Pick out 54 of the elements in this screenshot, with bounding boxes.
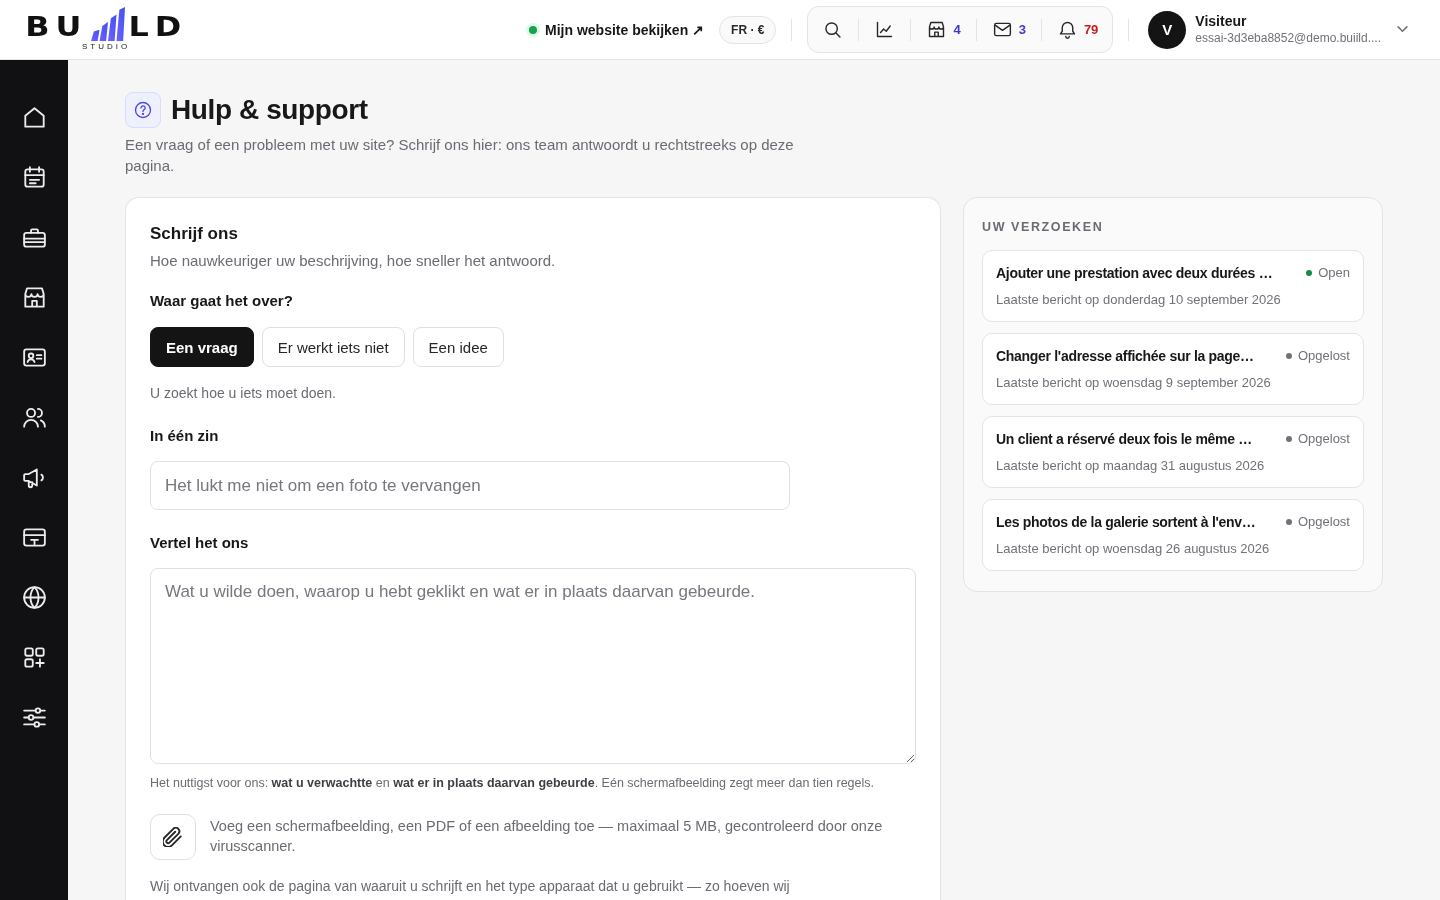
request-date: Laatste bericht op woensdag 26 augustus 2026 bbox=[996, 540, 1271, 558]
section-subtitle: Hoe nauwkeuriger uw beschrijving, hoe sneller het antwoord. bbox=[150, 251, 557, 271]
bars-icon bbox=[90, 7, 125, 41]
request-title: Un client a réservé deux fois le même … bbox=[996, 430, 1252, 449]
page-title: Hulp & support bbox=[171, 93, 368, 127]
field-label: Waar gaat het over? bbox=[150, 291, 294, 311]
request-date: Laatste bericht op maandag 31 augustus 2026 bbox=[996, 457, 1266, 475]
page-subtitle: Een vraag of een probleem met uw site? Schrijf ons hier: ons team antwoordt u rechtstreeks op deze pagina. bbox=[125, 135, 795, 176]
request-date: Laatste bericht op woensdag 9 september 2026 bbox=[996, 374, 1272, 392]
field-label: Vertel het ons bbox=[150, 533, 250, 553]
field-hint: Het nuttigst voor ons: wat u verwachtte en wat er in plaats daarvan gebeurde. Eén schermafbeelding zegt meer dan tien regels. bbox=[150, 775, 875, 792]
attach-button[interactable] bbox=[150, 814, 196, 860]
status-label: Open bbox=[1318, 264, 1350, 282]
topic-button[interactable]: Er werkt iets niet bbox=[261, 327, 405, 367]
request-title: Les photos de la galerie sortent à l'env… bbox=[996, 513, 1256, 532]
chevron-down-icon[interactable] bbox=[1397, 26, 1408, 33]
locale-button[interactable]: FR · € bbox=[719, 15, 777, 44]
paperclip-icon bbox=[163, 827, 183, 847]
section-title: Schrijf ons bbox=[150, 223, 239, 245]
logo[interactable]: BU LD STUDIO bbox=[25, 7, 188, 52]
help-icon bbox=[125, 92, 161, 128]
store-icon[interactable] bbox=[22, 285, 46, 309]
request-item[interactable]: Les photos de la galerie sortent à l'env… Opgelost Laatste bericht op woensdag 26 augustus 2026 bbox=[982, 499, 1364, 571]
field-label: In één zin bbox=[150, 426, 220, 446]
textarea-field[interactable]: Wat u wilde doen, waarop u hebt geklikt en wat er in plaats daarvan gebeurde. bbox=[150, 568, 916, 764]
store-button[interactable]: 4 bbox=[918, 14, 969, 45]
status-label: Opgelost bbox=[1297, 513, 1350, 531]
users-icon[interactable] bbox=[22, 405, 46, 429]
request-item[interactable]: Changer l'adresse affichée sur la page… Opgelost Laatste bericht op woensdag 9 september 2026 bbox=[982, 333, 1364, 405]
attach-text: Voeg een schermafbeelding, een PDF of een afbeelding toe — maximaal 5 MB, gecontroleerd door onze virusscanner. bbox=[210, 817, 884, 856]
site-link[interactable]: Mijn website bekijken ↗ bbox=[529, 21, 705, 38]
user-email: essai-3d3eba8852@demo.buiild.... bbox=[1195, 30, 1381, 46]
status-label: Opgelost bbox=[1297, 430, 1350, 448]
section-heading: UW VERZOEKEN bbox=[982, 219, 1105, 235]
footnote-text: Wij ontvangen ook de pagina van waaruit u schrijft en het type apparaat dat u gebruikt — zo hoeven wij bbox=[150, 877, 791, 895]
globe-icon[interactable] bbox=[22, 585, 46, 609]
request-date: Laatste bericht op donderdag 10 september 2026 bbox=[996, 291, 1282, 309]
request-title: Changer l'adresse affichée sur la page… bbox=[996, 347, 1254, 366]
topic-button[interactable]: Een vraag bbox=[150, 327, 254, 367]
user-name: Visiteur bbox=[1195, 13, 1248, 30]
calendar-icon[interactable] bbox=[22, 165, 46, 189]
request-item[interactable]: Ajouter une prestation avec deux durées … Open Laatste bericht op donderdag 10 september 2026 bbox=[982, 250, 1364, 322]
topic-button[interactable]: Een idee bbox=[412, 327, 504, 367]
request-title: Ajouter une prestation avec deux durées … bbox=[996, 264, 1273, 283]
avatar[interactable]: V bbox=[1148, 10, 1187, 49]
sliders-icon[interactable] bbox=[22, 705, 46, 729]
notifications-button[interactable]: 79 bbox=[1048, 14, 1107, 45]
status-label: Opgelost bbox=[1297, 347, 1350, 365]
request-item[interactable]: Un client a réservé deux fois le même … Opgelost Laatste bericht op maandag 31 augustus 2026 bbox=[982, 416, 1364, 488]
grid-plus-icon[interactable] bbox=[22, 645, 46, 669]
mail-button[interactable]: 3 bbox=[983, 14, 1034, 45]
input-field[interactable]: Het lukt me niet om een foto te vervangen bbox=[150, 461, 790, 510]
home-icon[interactable] bbox=[22, 105, 46, 129]
topic-hint: U zoekt hoe u iets moet doen. bbox=[150, 384, 337, 403]
